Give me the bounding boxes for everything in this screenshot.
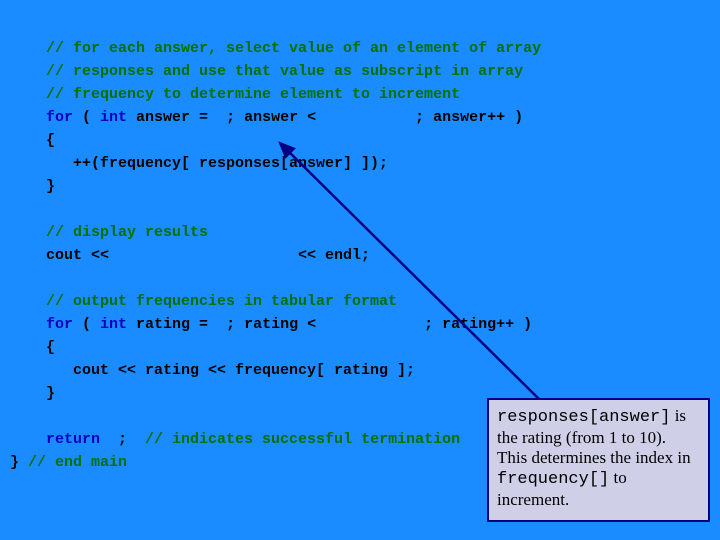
code-text: }: [10, 454, 28, 471]
comment-line: // output frequencies in tabular format: [46, 293, 397, 310]
code-text: cout << << endl;: [46, 247, 370, 264]
code-text: answer = ; answer < ; answer++ ): [127, 109, 523, 126]
code-text: {: [46, 339, 55, 356]
code-text: ++(frequency[ responses[answer] ]);: [46, 155, 388, 172]
code-text: (: [73, 109, 100, 126]
comment-line: // indicates successful termination: [145, 431, 460, 448]
code-text: }: [46, 178, 55, 195]
comment-line: // frequency to determine element to inc…: [46, 86, 460, 103]
code-text: }: [46, 385, 55, 402]
annotation-code-ref: frequency[]: [497, 470, 609, 489]
annotation-code-ref: responses[answer]: [497, 408, 670, 427]
comment-line: // for each answer, select value of an e…: [46, 40, 541, 57]
comment-line: // responses and use that value as subsc…: [46, 63, 523, 80]
code-text: cout << rating << frequency[ rating ];: [46, 362, 415, 379]
annotation-callout: responses[answer] is the rating (from 1 …: [487, 398, 710, 522]
code-text: (: [73, 316, 100, 333]
code-text: {: [46, 132, 55, 149]
keyword-for: for: [46, 316, 73, 333]
keyword-for: for: [46, 109, 73, 126]
keyword-int: int: [100, 316, 127, 333]
code-text: rating = ; rating < ; rating++ ): [127, 316, 532, 333]
keyword-int: int: [100, 109, 127, 126]
keyword-return: return: [46, 431, 100, 448]
blank-line: [46, 201, 55, 218]
blank-line: [46, 270, 55, 287]
comment-line: // end main: [28, 454, 127, 471]
blank-line: [46, 408, 55, 425]
code-text: ;: [100, 431, 145, 448]
comment-line: // display results: [46, 224, 208, 241]
